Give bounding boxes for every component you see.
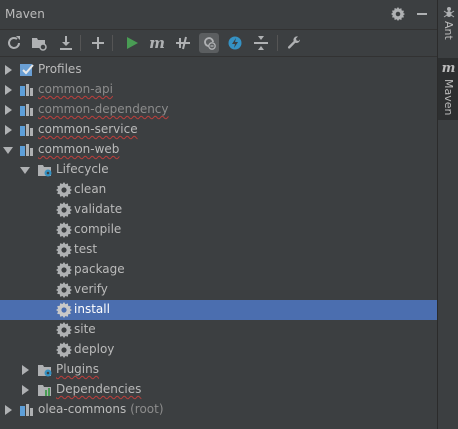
lifecycle-goal-install[interactable]: install: [0, 300, 437, 320]
gear-icon: [56, 182, 72, 198]
maven-module-icon: [20, 404, 33, 416]
toolbar-separator: [112, 35, 113, 51]
folder-gear-icon: [38, 165, 52, 177]
add-icon[interactable]: [88, 33, 108, 53]
lifecycle-goal-test[interactable]: test: [0, 240, 437, 260]
skip-tests-icon[interactable]: [199, 33, 219, 53]
project-name: olea-commons: [38, 402, 127, 416]
lifecycle-goal-deploy[interactable]: deploy: [0, 340, 437, 360]
minimize-icon[interactable]: [414, 6, 430, 22]
folder-gear-icon: [38, 365, 52, 377]
maven-m-icon: m: [441, 61, 456, 76]
download-icon[interactable]: [56, 33, 76, 53]
gear-icon: [56, 302, 72, 318]
expand-arrow-icon[interactable]: [3, 85, 13, 95]
maven-goal-icon[interactable]: m: [147, 33, 167, 53]
gear-icon: [56, 322, 72, 338]
expand-arrow-icon[interactable]: [20, 365, 30, 375]
tool-window-title: Maven: [5, 7, 45, 21]
tree-node-label: common-web: [38, 142, 120, 156]
expand-arrow-icon[interactable]: [20, 385, 30, 395]
tree-node-profiles[interactable]: Profiles: [0, 60, 437, 80]
profiles-icon: [20, 64, 34, 76]
side-tab-label: Maven: [442, 79, 455, 116]
toolbar-separator: [277, 35, 278, 51]
lifecycle-goal-site[interactable]: site: [0, 320, 437, 340]
tree-node-plugins[interactable]: Plugins: [0, 360, 437, 380]
maven-module-icon: [20, 84, 33, 96]
tree-node-label: Plugins: [56, 362, 99, 376]
ant-icon: [443, 7, 454, 18]
folder-chart-icon: [38, 385, 51, 396]
tree-node-label: deploy: [74, 342, 115, 356]
side-tab-label: Ant: [442, 21, 455, 40]
lifecycle-goal-validate[interactable]: validate: [0, 200, 437, 220]
gear-icon: [56, 202, 72, 218]
root-suffix: (root): [130, 402, 164, 416]
right-tool-stripe: Ant m Maven: [437, 0, 458, 429]
tree-node-label: clean: [74, 182, 107, 196]
maven-module-icon: [20, 144, 33, 156]
maven-module-icon: [20, 124, 33, 136]
lifecycle-goal-package[interactable]: package: [0, 260, 437, 280]
tree-node-label: Profiles: [38, 62, 82, 76]
tree-node-label: validate: [74, 202, 123, 216]
collapse-arrow-icon[interactable]: [20, 165, 30, 175]
maven-toolbar: m: [0, 30, 437, 57]
lifecycle-goal-clean[interactable]: clean: [0, 180, 437, 200]
tree-node-label: install: [74, 302, 110, 316]
expand-arrow-icon[interactable]: [3, 405, 13, 415]
tree-node-dependencies[interactable]: Dependencies: [0, 380, 437, 400]
tree-node-label: common-api: [38, 82, 113, 96]
collapse-all-icon[interactable]: [251, 33, 271, 53]
show-dependencies-icon[interactable]: [225, 33, 245, 53]
gear-icon: [56, 242, 72, 258]
maven-tool-window: Maven m Profiles common-api common-depen…: [0, 0, 437, 429]
tree-node-common-api[interactable]: common-api: [0, 80, 437, 100]
tree-node-common-web[interactable]: common-web: [0, 140, 437, 160]
gear-icon: [56, 262, 72, 278]
tree-node-label: Lifecycle: [56, 162, 109, 176]
lifecycle-goal-verify[interactable]: verify: [0, 280, 437, 300]
expand-arrow-icon[interactable]: [3, 125, 13, 135]
tree-node-label: site: [74, 322, 96, 336]
tree-node-common-dependency[interactable]: common-dependency: [0, 100, 437, 120]
maven-module-icon: [20, 104, 33, 116]
tree-node-label: test: [74, 242, 98, 256]
tool-window-header: Maven: [0, 0, 437, 30]
tree-node-label: verify: [74, 282, 108, 296]
tree-node-label: common-service: [38, 122, 138, 136]
toolbar-separator: [80, 35, 81, 51]
side-tab-maven[interactable]: m Maven: [438, 58, 458, 120]
generate-sources-icon[interactable]: [29, 33, 49, 53]
gear-icon[interactable]: [390, 6, 406, 22]
tree-node-label: olea-commons (root): [38, 402, 164, 416]
expand-arrow-icon[interactable]: [3, 105, 13, 115]
tree-node-lifecycle[interactable]: Lifecycle: [0, 160, 437, 180]
tree-node-label: package: [74, 262, 125, 276]
tree-node-olea-commons[interactable]: olea-commons (root): [0, 400, 437, 420]
lifecycle-goal-compile[interactable]: compile: [0, 220, 437, 240]
settings-wrench-icon[interactable]: [284, 33, 304, 53]
collapse-arrow-icon[interactable]: [3, 145, 13, 155]
side-tab-ant[interactable]: Ant: [438, 6, 458, 52]
toggle-offline-icon[interactable]: [173, 33, 193, 53]
tree-node-common-service[interactable]: common-service: [0, 120, 437, 140]
run-icon[interactable]: [122, 33, 142, 53]
tree-node-label: common-dependency: [38, 102, 169, 116]
reimport-icon[interactable]: [4, 33, 24, 53]
expand-arrow-icon[interactable]: [3, 65, 13, 75]
gear-icon: [56, 282, 72, 298]
tree-node-label: Dependencies: [56, 382, 142, 396]
gear-icon: [56, 342, 72, 358]
tree-node-label: compile: [74, 222, 122, 236]
gear-icon: [56, 222, 72, 238]
